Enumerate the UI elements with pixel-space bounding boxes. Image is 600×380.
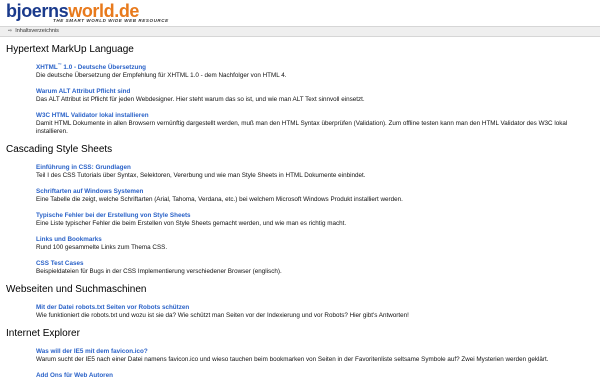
list-item: Schriftarten auf Windows Systemen Eine T… (36, 188, 600, 204)
list-item: Was will der IE5 mit dem favicon.ico? Wa… (36, 348, 600, 364)
article-description: Eine Liste typischer Fehler die beim Ers… (36, 220, 347, 227)
breadcrumb-item[interactable]: Inhaltsverzeichnis (15, 28, 59, 34)
list-item: CSS Test Cases Beispieldateien für Bugs … (36, 260, 600, 276)
article-description: Wie funktioniert die robots.txt und wozu… (36, 312, 409, 319)
article-description: Beispieldateien für Bugs in der CSS Impl… (36, 268, 282, 275)
section-html: Hypertext MarkUp Language XHTML™ 1.0 - D… (6, 44, 600, 136)
article-link[interactable]: XHTML™ 1.0 - Deutsche Übersetzung (36, 62, 600, 72)
section-heading: Cascading Style Sheets (6, 144, 113, 155)
article-description: Eine Tabelle die zeigt, welche Schriftar… (36, 196, 403, 203)
list-item: Links und Bookmarks Rund 100 gesammelte … (36, 236, 600, 252)
breadcrumb: ⇨ Inhaltsverzeichnis (0, 26, 600, 37)
list-item: XHTML™ 1.0 - Deutsche Übersetzung Die de… (36, 62, 600, 80)
main-content: Hypertext MarkUp Language XHTML™ 1.0 - D… (0, 44, 600, 380)
article-link[interactable]: Mit der Datei robots.txt Seiten vor Robo… (36, 304, 600, 312)
section-search-engines: Webseiten und Suchmaschinen Mit der Date… (6, 284, 600, 320)
article-link[interactable]: W3C HTML Validator lokal installieren (36, 112, 600, 120)
article-link[interactable]: Einführung in CSS: Grundlagen (36, 164, 600, 172)
section-heading: Internet Explorer (6, 328, 80, 339)
list-item: Typische Fehler bei der Erstellung von S… (36, 212, 600, 228)
list-item: Einführung in CSS: Grundlagen Teil I des… (36, 164, 600, 180)
article-link[interactable]: CSS Test Cases (36, 260, 600, 268)
site-header: bjoernsworld.de THE SMART WORLD WIDE WEB… (0, 0, 600, 26)
section-internet-explorer: Internet Explorer Was will der IE5 mit d… (6, 328, 600, 380)
section-heading: Hypertext MarkUp Language (6, 44, 134, 55)
article-description: Die deutsche Übersetzung der Empfehlung … (36, 72, 287, 79)
list-item: W3C HTML Validator lokal installieren Da… (36, 112, 600, 136)
article-description: Teil I des CSS Tutorials über Syntax, Se… (36, 172, 366, 179)
arrow-right-icon: ⇨ (8, 28, 13, 34)
article-description: Rund 100 gesammelte Links zum Thema CSS. (36, 244, 168, 251)
site-tagline: THE SMART WORLD WIDE WEB RESOURCE (53, 18, 169, 23)
article-link[interactable]: Add Ons für Web Autoren (36, 372, 600, 380)
article-description: Das ALT Attribut ist Pflicht für jeden W… (36, 96, 365, 103)
article-link[interactable]: Typische Fehler bei der Erstellung von S… (36, 212, 600, 220)
article-description: Warum sucht der IE5 nach einer Datei nam… (36, 356, 549, 363)
article-description: Damit HTML Dokumente in allen Browsern v… (36, 120, 568, 135)
article-link[interactable]: Was will der IE5 mit dem favicon.ico? (36, 348, 600, 356)
section-heading: Webseiten und Suchmaschinen (6, 284, 147, 295)
list-item: Warum ALT Attribut Pflicht sind Das ALT … (36, 88, 600, 104)
list-item: Add Ons für Web Autoren (36, 372, 600, 380)
article-link[interactable]: Links und Bookmarks (36, 236, 600, 244)
list-item: Mit der Datei robots.txt Seiten vor Robo… (36, 304, 600, 320)
article-link[interactable]: Warum ALT Attribut Pflicht sind (36, 88, 600, 96)
section-css: Cascading Style Sheets Einführung in CSS… (6, 144, 600, 276)
article-link[interactable]: Schriftarten auf Windows Systemen (36, 188, 600, 196)
